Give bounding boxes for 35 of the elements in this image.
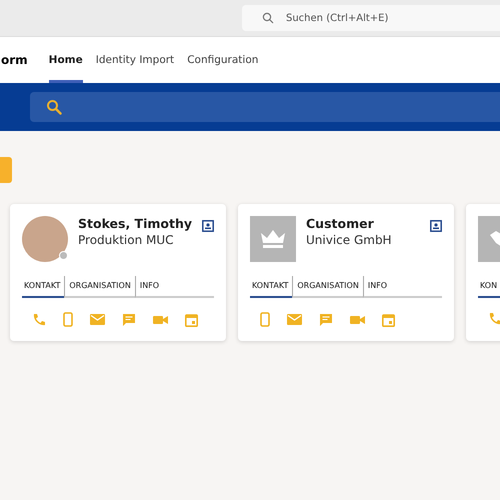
chat-icon[interactable] xyxy=(122,312,136,326)
calendar-icon[interactable] xyxy=(185,312,198,326)
action-button[interactable] xyxy=(0,157,12,183)
status-dot xyxy=(59,251,68,260)
contact-subtitle: Produktion MUC xyxy=(78,233,175,247)
contact-subtitle: Univice GmbH xyxy=(306,233,393,247)
contact-card-icon[interactable] xyxy=(202,220,214,232)
avatar-circle xyxy=(22,216,68,262)
search-field[interactable]: Suchen (Ctrl+Alt+E) xyxy=(242,5,500,31)
chat-icon[interactable] xyxy=(319,312,333,326)
app-title: orm xyxy=(1,53,28,67)
phone-icon[interactable] xyxy=(488,312,500,326)
nav-tab[interactable]: Identity Import xyxy=(96,37,174,83)
video-camera-icon[interactable] xyxy=(153,314,168,324)
contact-card-icon[interactable] xyxy=(430,220,442,232)
search-icon xyxy=(46,99,62,115)
mail-icon[interactable] xyxy=(287,314,302,325)
search-field[interactable] xyxy=(30,92,500,122)
card-tab[interactable]: ORGANISATION xyxy=(292,276,363,298)
card-tab[interactable]: ORGANISATION xyxy=(64,276,135,298)
video-camera-icon[interactable] xyxy=(350,314,365,324)
mobile-phone-icon[interactable] xyxy=(63,312,73,327)
nav-tab[interactable]: Configuration xyxy=(187,37,258,83)
mobile-phone-icon[interactable] xyxy=(260,312,270,327)
crown-icon xyxy=(260,229,286,249)
mail-icon[interactable] xyxy=(90,314,105,325)
contact-name: Stokes, Timothy xyxy=(78,216,192,231)
card-tab[interactable]: KON xyxy=(478,276,500,298)
card-tab[interactable]: INFO xyxy=(134,276,164,298)
card-tab[interactable]: KONTAKT xyxy=(22,276,64,298)
phone-icon[interactable] xyxy=(32,312,46,326)
card-tab[interactable]: KONTAKT xyxy=(250,276,292,298)
card-tab[interactable]: INFO xyxy=(362,276,392,298)
calendar-icon[interactable] xyxy=(382,312,395,326)
contact-name: Customer xyxy=(306,216,375,231)
